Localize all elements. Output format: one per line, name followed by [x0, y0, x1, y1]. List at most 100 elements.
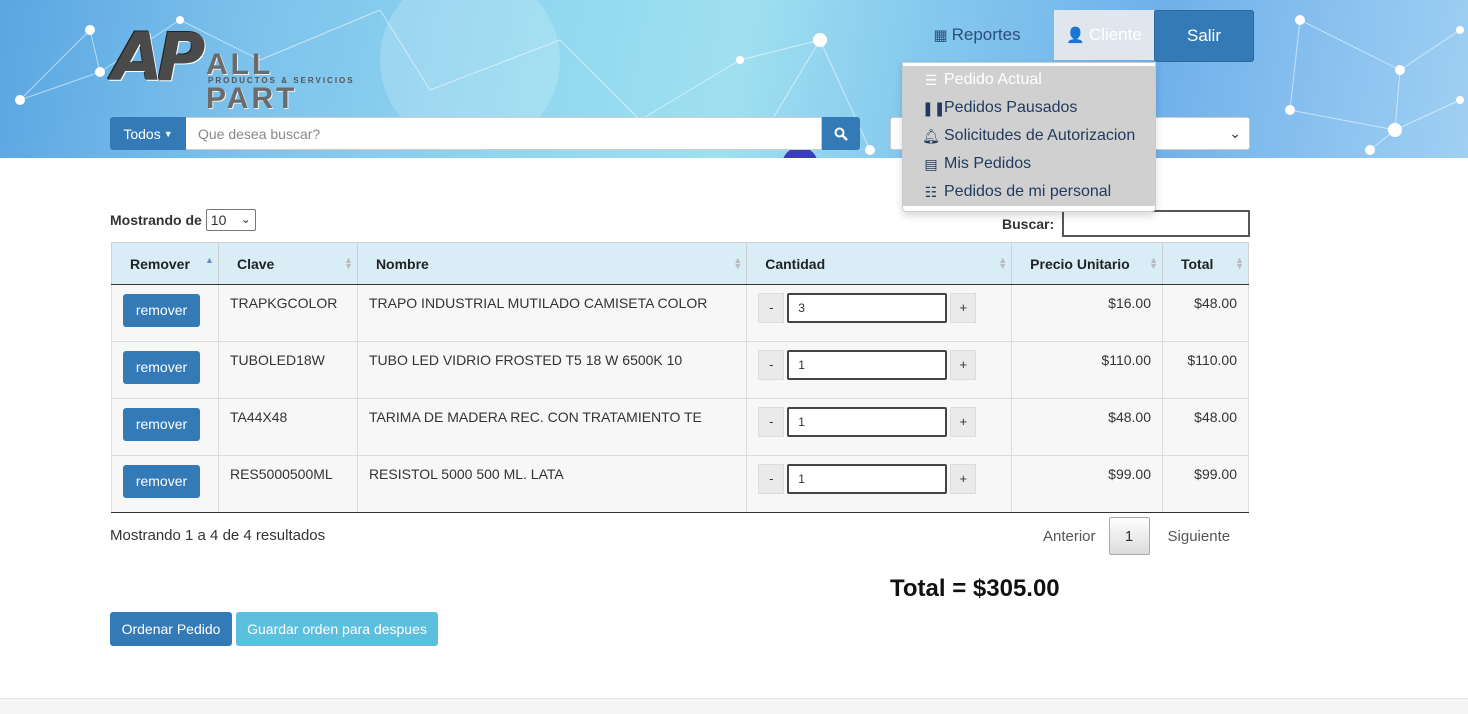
- precio-cell: $110.00: [1011, 341, 1163, 399]
- table-row: remover TUBOLED18W TUBO LED VIDRIO FROST…: [111, 341, 1250, 399]
- pagination: Anterior 1 Siguiente: [1030, 517, 1245, 555]
- pause-icon: ❚❚: [922, 99, 946, 116]
- cliente-dropdown-menu: ☰ Pedido Actual ❚❚ Pedidos Pausados 🔔︎ S…: [902, 62, 1156, 212]
- nav-reportes-label: Reportes: [951, 25, 1021, 44]
- next-page-button[interactable]: Siguiente: [1150, 528, 1246, 545]
- decrement-button[interactable]: -: [758, 350, 785, 380]
- category-label: Todos: [123, 125, 161, 142]
- remove-cell: remover: [111, 398, 219, 456]
- order-table: Remover ▲ Clave ▲ ▼ Nombre ▲ ▼ Cantidad ▲ ▼ Pre…: [111, 242, 1250, 513]
- clave-cell: RES5000500ML: [217, 455, 358, 513]
- decrement-button[interactable]: -: [758, 407, 785, 437]
- table-row: remover TRAPKGCOLOR TRAPO INDUSTRIAL MUT…: [111, 284, 1250, 342]
- precio-cell: $48.00: [1011, 398, 1163, 456]
- decrement-button[interactable]: -: [758, 464, 785, 494]
- table-search-input[interactable]: [1062, 210, 1251, 237]
- col-header-precio[interactable]: Precio Unitario ▲ ▼: [1011, 242, 1163, 285]
- nombre-cell: TUBO LED VIDRIO FROSTED T5 18 W 6500K 10: [356, 341, 748, 399]
- remove-button[interactable]: remover: [123, 408, 200, 441]
- page-length-select[interactable]: 10 ⌄: [205, 209, 256, 231]
- increment-button[interactable]: +: [950, 293, 977, 323]
- results-info: Mostrando 1 a 4 de 4 resultados: [110, 527, 326, 544]
- quantity-stepper: -3 +: [758, 293, 1000, 323]
- header-label: Cantidad: [765, 255, 826, 272]
- header-label: Nombre: [375, 255, 429, 272]
- quantity-stepper: -1 +: [758, 407, 1000, 437]
- footer: [0, 698, 1468, 714]
- page-1-button[interactable]: 1: [1108, 517, 1150, 555]
- remove-cell: remover: [111, 341, 219, 399]
- menu-item-label: Mis Pedidos: [944, 155, 1032, 172]
- logout-label: Salir: [1186, 26, 1221, 45]
- nombre-cell: TRAPO INDUSTRIAL MUTILADO CAMISETA COLOR: [356, 284, 748, 342]
- page-length-control: Mostrando de 10 ⌄: [110, 209, 256, 231]
- sort-icon: ▲ ▼: [1149, 255, 1158, 271]
- cantidad-cell: -1 +: [746, 398, 1013, 456]
- logout-button[interactable]: Salir: [1154, 10, 1254, 62]
- remove-button[interactable]: remover: [123, 351, 200, 384]
- order-total: Total = $305.00: [890, 575, 1060, 602]
- caret-down-icon: ▼: [163, 128, 173, 139]
- sort-icon: ▲ ▼: [733, 255, 743, 271]
- table-row: remover TA44X48 TARIMA DE MADERA REC. CO…: [111, 398, 1250, 456]
- quantity-input[interactable]: 1: [787, 350, 948, 380]
- table-header-row: Remover ▲ Clave ▲ ▼ Nombre ▲ ▼ Cantidad ▲ ▼ Pre…: [111, 242, 1250, 285]
- cantidad-cell: -3 +: [746, 284, 1013, 342]
- search-icon: [834, 127, 848, 141]
- top-nav: ▦ Reportes 👤 Cliente Salir: [900, 10, 1254, 62]
- header-label: Precio Unitario: [1030, 255, 1130, 272]
- menu-item-label: Pedidos de mi personal: [944, 183, 1112, 200]
- header-label: Clave: [236, 255, 275, 272]
- logo-subtitle: PRODUCTOS & SERVICIOS: [208, 76, 355, 85]
- col-header-remover[interactable]: Remover ▲: [111, 242, 219, 285]
- place-order-button[interactable]: Ordenar Pedido: [110, 612, 232, 646]
- col-header-nombre[interactable]: Nombre ▲ ▼: [356, 242, 748, 285]
- precio-cell: $99.00: [1011, 455, 1163, 513]
- quantity-input[interactable]: 1: [787, 407, 948, 437]
- tasks-icon: ☷: [924, 183, 938, 200]
- menu-item-solicitudes[interactable]: 🔔︎ Solicitudes de Autorizacion: [903, 122, 1155, 150]
- menu-item-mis-pedidos[interactable]: ▤ Mis Pedidos: [903, 150, 1155, 178]
- user-icon: 👤: [1066, 27, 1085, 44]
- category-dropdown-button[interactable]: Todos ▼: [110, 117, 186, 150]
- nav-cliente[interactable]: 👤 Cliente: [1054, 10, 1154, 60]
- nav-reportes[interactable]: ▦ Reportes: [900, 10, 1054, 60]
- search-input[interactable]: [186, 117, 822, 150]
- quantity-input[interactable]: 1: [787, 464, 948, 494]
- col-header-cantidad[interactable]: Cantidad ▲ ▼: [746, 242, 1013, 285]
- increment-button[interactable]: +: [950, 350, 977, 380]
- clave-cell: TUBOLED18W: [217, 341, 358, 399]
- search-button[interactable]: [822, 117, 860, 150]
- save-order-later-button[interactable]: Guardar orden para despues: [236, 612, 438, 646]
- nav-cliente-label: Cliente: [1088, 25, 1142, 44]
- menu-item-pedidos-personal[interactable]: ☷ Pedidos de mi personal: [903, 178, 1155, 206]
- remove-button[interactable]: remover: [123, 465, 200, 498]
- remove-button[interactable]: remover: [123, 294, 200, 327]
- menu-item-pedido-actual[interactable]: ☰ Pedido Actual: [903, 66, 1155, 94]
- decrement-button[interactable]: -: [758, 293, 785, 323]
- remove-cell: remover: [111, 455, 219, 513]
- total-cell: $99.00: [1161, 455, 1250, 513]
- list-icon: ▤: [924, 155, 938, 172]
- increment-button[interactable]: +: [950, 407, 977, 437]
- col-header-total[interactable]: Total ▲ ▼: [1161, 242, 1250, 285]
- sort-icon: ▲ ▼: [998, 255, 1008, 271]
- prev-page-button[interactable]: Anterior: [1030, 528, 1109, 545]
- menu-item-pedidos-pausados[interactable]: ❚❚ Pedidos Pausados: [903, 94, 1155, 122]
- search-bar: Todos ▼: [110, 117, 860, 150]
- cantidad-cell: -1 +: [746, 455, 1013, 513]
- quantity-stepper: -1 +: [758, 350, 1000, 380]
- menu-item-label: Solicitudes de Autorizacion: [944, 127, 1136, 144]
- table-search: Buscar:: [1002, 210, 1251, 237]
- increment-button[interactable]: +: [950, 464, 977, 494]
- table-row: remover RES5000500ML RESISTOL 5000 500 M…: [111, 455, 1250, 513]
- menu-item-label: Pedido Actual: [944, 71, 1042, 88]
- col-header-clave[interactable]: Clave ▲ ▼: [217, 242, 358, 285]
- nombre-cell: TARIMA DE MADERA REC. CON TRATAMIENTO TE: [356, 398, 748, 456]
- sort-icon: ▲ ▼: [1235, 255, 1244, 271]
- header-label: Remover: [130, 255, 190, 272]
- remove-cell: remover: [111, 284, 219, 342]
- brand-logo[interactable]: AP ALL PART PRODUCTOS & SERVICIOS: [112, 22, 362, 116]
- quantity-input[interactable]: 3: [787, 293, 948, 323]
- nombre-cell: RESISTOL 5000 500 ML. LATA: [356, 455, 748, 513]
